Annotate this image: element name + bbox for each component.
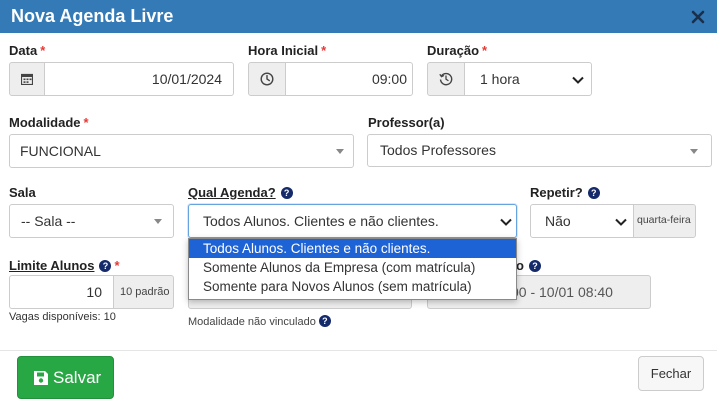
modalidade-label: Modalidade * [9,115,89,130]
limite-alunos-value: 10 [86,284,102,300]
hora-inicial-input[interactable]: 09:00 [285,62,413,96]
periodo-value: 00 - 10/01 08:40 [511,284,613,300]
chevron-down-icon [615,218,627,226]
data-input[interactable]: 10/01/2024 [44,62,234,96]
repetir-select[interactable]: Não [530,204,634,238]
data-label: Data * [9,43,46,58]
qual-agenda-dropdown: Todos Alunos. Clientes e não clientes. S… [188,238,517,300]
limite-alunos-addon-text: 10 padrão [120,286,170,298]
help-icon[interactable]: ? [318,315,331,328]
history-icon [439,72,453,86]
vagas-disponiveis-text: Vagas disponíveis: 10 [9,311,116,323]
modalidade-select[interactable]: FUNCIONAL [9,134,354,168]
modal-header: Nova Agenda Livre [0,0,717,33]
modalidade-value: FUNCIONAL [20,143,101,159]
repetir-value: Não [545,213,571,229]
modal-title: Nova Agenda Livre [11,6,174,26]
professor-value: Todos Professores [380,142,496,158]
help-icon[interactable]: ? [587,186,600,199]
sala-value: -- Sala -- [21,213,76,229]
caret-down-icon [690,149,698,154]
clock-icon [260,72,274,86]
clock-addon [248,62,286,96]
close-icon[interactable] [689,8,707,26]
repetir-label: Repetir?? [530,185,600,200]
periodo-label: o? [516,258,541,273]
dropdown-option[interactable]: Todos Alunos. Clientes e não clientes. [189,239,516,258]
caret-down-icon [336,149,344,154]
history-addon [427,62,465,96]
dropdown-option[interactable]: Somente Alunos da Empresa (com matrícula… [189,258,516,277]
professor-select[interactable]: Todos Professores [367,134,712,167]
duracao-label: Duração * [427,43,488,58]
qual-agenda-label: Qual Agenda?? [188,185,293,200]
qual-agenda-select[interactable]: Todos Alunos. Clientes e não clientes. [188,204,517,238]
help-icon[interactable]: ? [528,259,541,272]
repetir-addon: quarta-feira [633,204,696,238]
calendar-addon [9,62,45,96]
limite-alunos-addon: 10 padrão [113,275,174,309]
save-button[interactable]: Salvar [17,356,114,399]
hora-inicial-value: 09:00 [371,71,407,87]
caret-down-icon [154,219,162,224]
chevron-down-icon [572,76,584,84]
repetir-addon-text: quarta-feira [637,214,691,226]
chevron-down-icon [500,218,512,226]
help-icon[interactable]: ? [99,259,112,272]
save-icon [34,371,48,385]
hora-inicial-label: Hora Inicial * [248,43,327,58]
close-button[interactable]: Fechar [638,356,704,391]
modalidade-note: Modalidade não vinculado? [188,315,331,328]
dropdown-option[interactable]: Somente para Novos Alunos (sem matrícula… [189,277,516,296]
save-button-label: Salvar [53,368,102,387]
sala-label: Sala [9,185,36,200]
data-value: 10/01/2024 [151,71,222,87]
limite-alunos-label: Limite Alunos? * [9,258,120,273]
sala-select[interactable]: -- Sala -- [9,204,174,238]
limite-alunos-input[interactable]: 10 [9,275,114,309]
duracao-select[interactable]: 1 hora [464,62,592,96]
qual-agenda-value: Todos Alunos. Clientes e não clientes. [203,213,439,229]
duracao-value: 1 hora [480,71,520,87]
calendar-icon [21,73,33,85]
professor-label: Professor(a) [368,115,445,130]
help-icon[interactable]: ? [280,186,293,199]
footer-divider [0,350,717,351]
